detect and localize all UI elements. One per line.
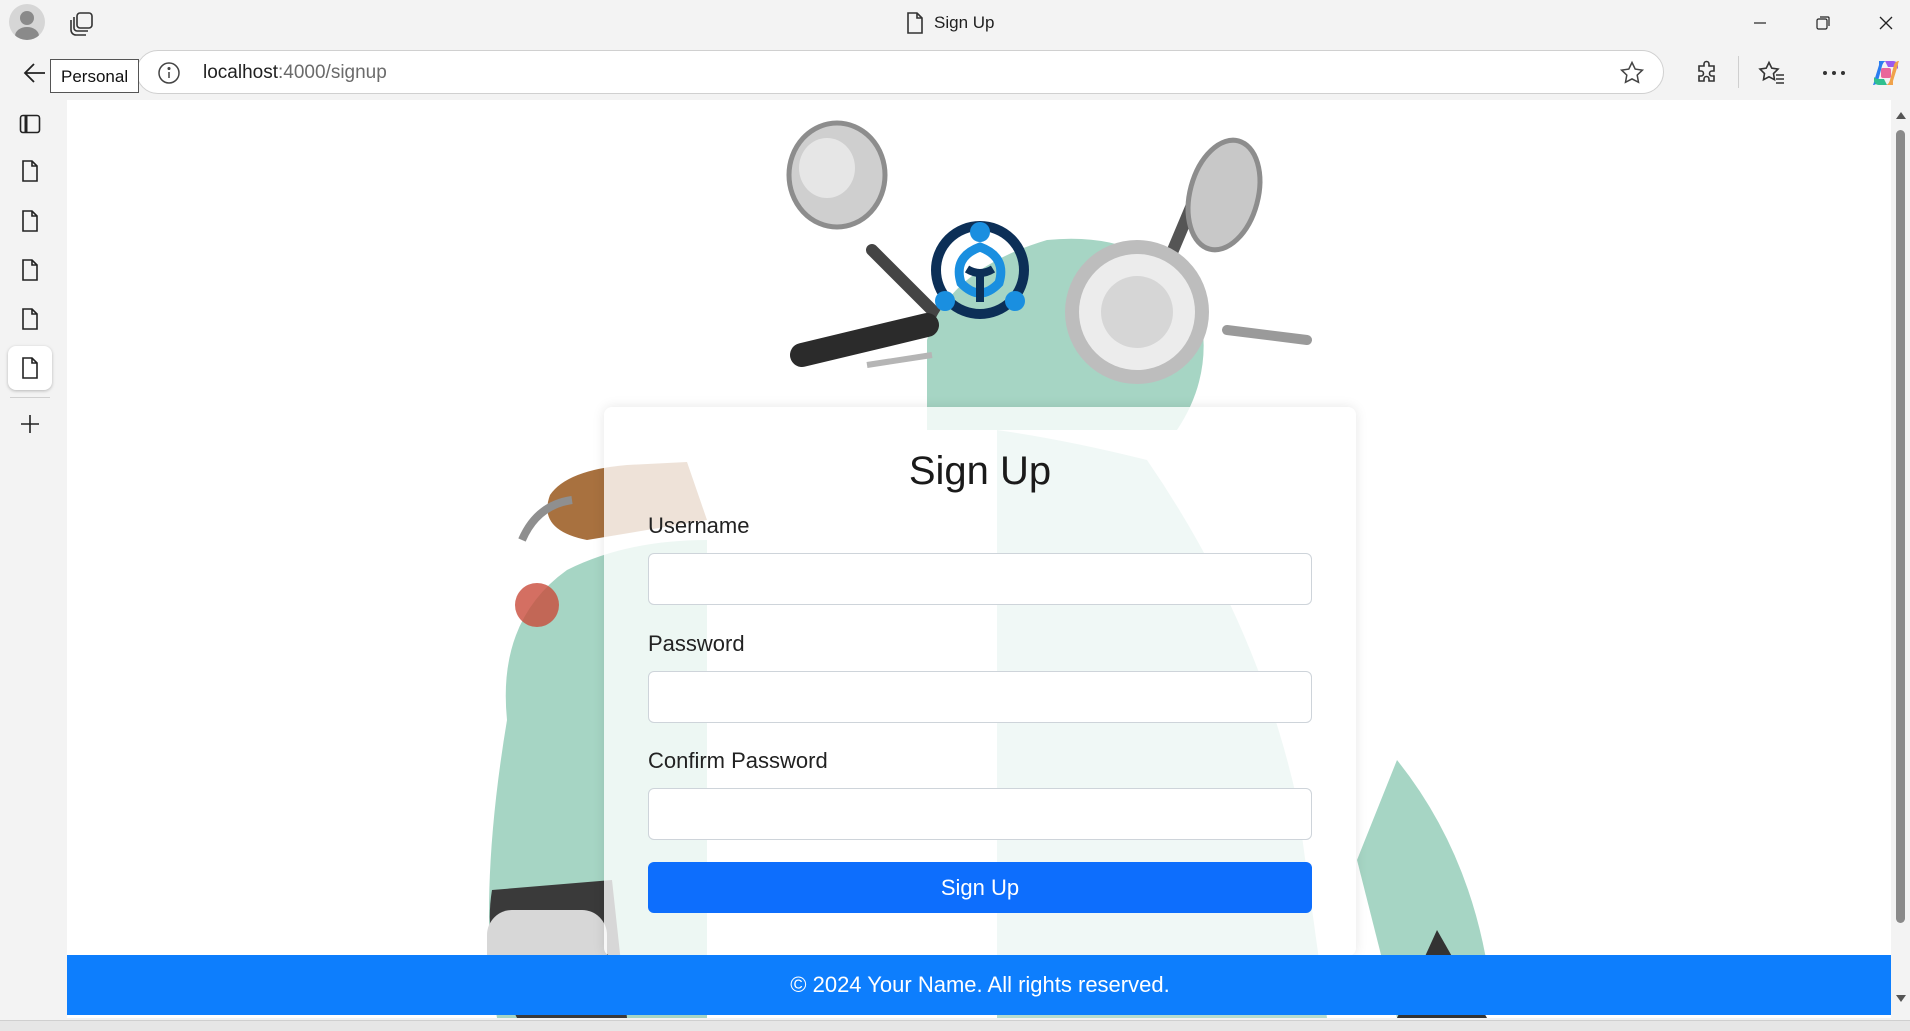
favorites-icon[interactable]: [1752, 54, 1792, 92]
url-path: :4000/signup: [278, 62, 387, 83]
profile-icon[interactable]: [9, 4, 45, 40]
window-title-text: Sign Up: [934, 13, 995, 32]
title-bar: Sign Up: [0, 0, 1910, 46]
minimize-icon[interactable]: [1738, 6, 1782, 40]
signup-button[interactable]: Sign Up: [648, 862, 1312, 913]
scroll-up-arrow[interactable]: [1894, 108, 1908, 122]
scrollbar-thumb[interactable]: [1896, 130, 1905, 923]
info-icon[interactable]: [157, 61, 181, 85]
restore-icon[interactable]: [1801, 6, 1845, 40]
logo-icon: [927, 217, 1033, 323]
signup-card: Sign Up Username Password Confirm Passwo…: [604, 407, 1356, 956]
url-host: localhost: [203, 62, 278, 83]
taskbar-edge: [0, 1020, 1910, 1031]
copilot-icon[interactable]: [1866, 54, 1906, 92]
close-icon[interactable]: [1864, 6, 1908, 40]
more-icon[interactable]: [1814, 54, 1854, 92]
page-icon: [22, 259, 38, 281]
toolbar-separator: [1738, 56, 1739, 88]
vertical-tab-2[interactable]: [8, 199, 52, 243]
scroll-down-arrow[interactable]: [1894, 992, 1908, 1006]
vertical-tab-4[interactable]: [8, 297, 52, 341]
web-viewport: Sign Up Username Password Confirm Passwo…: [67, 100, 1891, 1018]
username-label: Username: [648, 513, 750, 538]
tab-separator: [10, 397, 50, 398]
vertical-tab-5-active[interactable]: [8, 346, 52, 390]
page-title: Sign Up: [908, 449, 1052, 493]
address-bar[interactable]: localhost:4000/signup: [136, 50, 1664, 94]
confirm-password-input[interactable]: [648, 788, 1312, 840]
footer: © 2024 Your Name. All rights reserved.: [67, 955, 1891, 1015]
tab-actions-icon[interactable]: [68, 9, 96, 37]
url-text[interactable]: localhost:4000/signup: [203, 62, 387, 84]
favorite-star-icon[interactable]: [1619, 60, 1645, 86]
back-button[interactable]: [18, 56, 52, 90]
vertical-tab-3[interactable]: [8, 248, 52, 292]
password-input[interactable]: [648, 671, 1312, 723]
page-icon: [22, 210, 38, 232]
page-icon: [22, 357, 38, 379]
window-title: Sign Up: [906, 10, 994, 36]
page-icon: [906, 12, 924, 34]
page-icon: [22, 160, 38, 182]
vertical-tab-1[interactable]: [8, 149, 52, 193]
password-label: Password: [648, 631, 745, 656]
profile-tooltip: Personal: [50, 59, 140, 93]
new-tab-icon[interactable]: [8, 402, 52, 446]
back-icon: [23, 63, 45, 83]
extensions-icon[interactable]: [1687, 54, 1727, 92]
page-icon: [22, 308, 38, 330]
sidebar-icon[interactable]: [8, 102, 52, 146]
username-input[interactable]: [648, 553, 1312, 605]
confirm-password-label: Confirm Password: [648, 748, 828, 773]
